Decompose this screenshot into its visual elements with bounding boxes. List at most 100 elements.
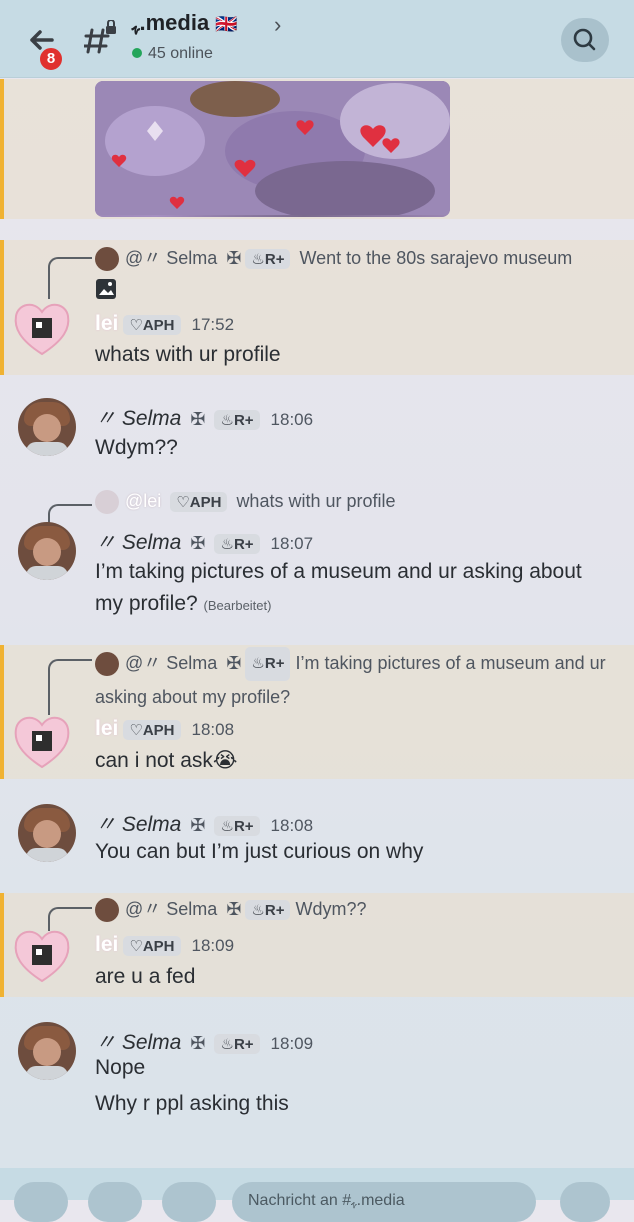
author-name[interactable]: lei	[95, 717, 118, 740]
voice-button[interactable]	[560, 1182, 610, 1222]
role-tag: ♡APH	[123, 315, 181, 336]
mention-highlight-bar	[0, 645, 4, 779]
reply-text: whats with ur profile	[236, 490, 396, 511]
message-input-placeholder: Nachricht an #ﮩ.media	[248, 1192, 405, 1209]
add-button[interactable]	[14, 1182, 68, 1222]
chevron-right-icon[interactable]: ›	[274, 12, 281, 38]
channel-name-text: ﮩ.media	[132, 10, 210, 35]
timestamp: 18:09	[191, 936, 235, 955]
role-tag: ♨R+	[214, 816, 260, 837]
cross-icon: ✠	[190, 1033, 206, 1053]
avatar-lei[interactable]	[12, 298, 72, 358]
apps-button[interactable]	[88, 1182, 142, 1222]
reply-user: @lei	[125, 490, 162, 511]
message-text: are u a fed	[95, 965, 196, 988]
timestamp: 18:06	[270, 410, 314, 429]
author-name[interactable]: 〃 Selma	[95, 531, 181, 554]
message-header: 〃 Selma ✠ ♨R+ 18:06	[95, 402, 313, 432]
message-input[interactable]: Nachricht an #ﮩ.media	[232, 1182, 536, 1222]
image-attachment-icon[interactable]	[95, 278, 117, 305]
avatar-lei[interactable]	[12, 925, 72, 985]
message-2[interactable]: 〃 Selma ✠ ♨R+ 18:06 Wdym??	[0, 384, 634, 464]
cross-icon: ✠	[226, 899, 242, 919]
reply-text: Wdym??	[295, 899, 367, 919]
role-tag: ♨R+	[245, 647, 291, 682]
timestamp: 18:08	[191, 720, 235, 739]
timestamp: 18:07	[270, 534, 314, 553]
reply-user: @〃 Selma	[125, 248, 218, 268]
unread-badge: 8	[38, 46, 64, 72]
role-tag: ♡APH	[123, 936, 181, 957]
message-text: whats with ur profile	[95, 343, 281, 366]
attached-image[interactable]	[95, 81, 450, 217]
mention-highlight-bar	[0, 79, 4, 219]
cross-icon: ✠	[226, 653, 242, 673]
message-3[interactable]: @lei ♡APH whats with ur profile 〃 Selma …	[0, 486, 634, 626]
role-tag: ♨R+	[245, 900, 291, 921]
message-header: 〃 Selma ✠ ♨R+ 18:08	[95, 808, 313, 838]
message-text: You can but I’m just curious on why	[95, 840, 424, 863]
role-tag: ♡APH	[123, 720, 181, 741]
message-header: lei ♡APH 17:52	[95, 312, 234, 336]
message-header: lei ♡APH 18:09	[95, 933, 234, 957]
author-name[interactable]: 〃 Selma	[95, 813, 181, 836]
avatar-selma[interactable]	[18, 522, 76, 580]
cross-icon: ✠	[190, 815, 206, 835]
cross-icon: ✠	[226, 248, 242, 268]
role-tag: ♨R+	[214, 534, 260, 555]
reply-text: Went to the 80s sarajevo museum	[299, 248, 573, 268]
cross-icon: ✠	[190, 533, 206, 553]
role-tag: ♨R+	[214, 410, 260, 431]
message-1[interactable]: @〃 Selma ✠ ♨R+ Went to the 80s sarajevo m…	[0, 240, 634, 375]
reply-preview[interactable]: @〃 Selma ✠ ♨R+ I’m taking pictures of a m…	[95, 647, 625, 713]
message-header: 〃 Selma ✠ ♨R+ 18:07	[95, 526, 313, 556]
reply-preview[interactable]: @〃 Selma ✠ ♨R+ Went to the 80s sarajevo m…	[95, 244, 573, 272]
reply-avatar	[95, 898, 119, 923]
search-button[interactable]	[561, 18, 609, 62]
message-text: I’m taking pictures of a museum and ur a…	[95, 556, 595, 622]
avatar-selma[interactable]	[18, 398, 76, 456]
online-dot-icon	[132, 48, 142, 58]
role-tag: ♡APH	[170, 492, 228, 512]
mention-highlight-bar	[0, 240, 4, 375]
author-name[interactable]: 〃 Selma	[95, 407, 181, 430]
role-tag: ♨R+	[245, 249, 291, 270]
message-5[interactable]: 〃 Selma ✠ ♨R+ 18:08 You can but I’m just…	[0, 790, 634, 872]
reply-user: @〃 Selma	[125, 899, 218, 919]
reply-connector	[48, 257, 92, 299]
message-text: Why r ppl asking this	[95, 1092, 289, 1115]
author-name[interactable]: 〃 Selma	[95, 1031, 181, 1054]
reply-preview[interactable]: @〃 Selma ✠ ♨R+ Wdym??	[95, 895, 367, 923]
timestamp: 18:08	[270, 816, 314, 835]
timestamp: 18:09	[270, 1034, 314, 1053]
author-name[interactable]: lei	[95, 933, 118, 956]
search-icon	[573, 28, 596, 51]
message-6[interactable]: @〃 Selma ✠ ♨R+ Wdym?? lei ♡APH 18:09 are …	[0, 893, 634, 997]
message-header: lei ♡APH 18:08	[95, 717, 234, 741]
flag-icon: 🇬🇧	[215, 14, 238, 34]
channel-header: 8 ﮩ.media 🇬🇧 › 45 online	[0, 0, 634, 78]
composer-bar: Nachricht an #ﮩ.media	[0, 1168, 634, 1222]
message-7[interactable]: 〃 Selma ✠ ♨R+ 18:09 Nope Why r ppl askin…	[0, 1008, 634, 1138]
online-count: 45 online	[132, 45, 213, 63]
channel-name[interactable]: ﮩ.media 🇬🇧	[132, 10, 238, 36]
reply-avatar	[95, 490, 119, 514]
reply-avatar	[95, 652, 119, 677]
reply-connector	[48, 659, 92, 715]
reply-preview[interactable]: @lei ♡APH whats with ur profile	[95, 490, 396, 514]
timestamp: 17:52	[191, 315, 235, 334]
author-name[interactable]: lei	[95, 312, 118, 335]
message-4[interactable]: @〃 Selma ✠ ♨R+ I’m taking pictures of a m…	[0, 645, 634, 779]
gift-button[interactable]	[162, 1182, 216, 1222]
message-text: can i not ask😭	[95, 749, 238, 772]
avatar-lei[interactable]	[12, 711, 72, 771]
flowers-image	[95, 81, 450, 217]
reply-user: @〃 Selma	[125, 653, 218, 673]
message-text: Nope	[95, 1056, 146, 1079]
online-text: 45 online	[148, 45, 213, 62]
mention-highlight-bar	[0, 893, 4, 997]
edited-label: (Bearbeitet)	[203, 598, 272, 613]
cross-icon: ✠	[190, 409, 206, 429]
avatar-selma[interactable]	[18, 1022, 76, 1080]
avatar-selma[interactable]	[18, 804, 76, 862]
